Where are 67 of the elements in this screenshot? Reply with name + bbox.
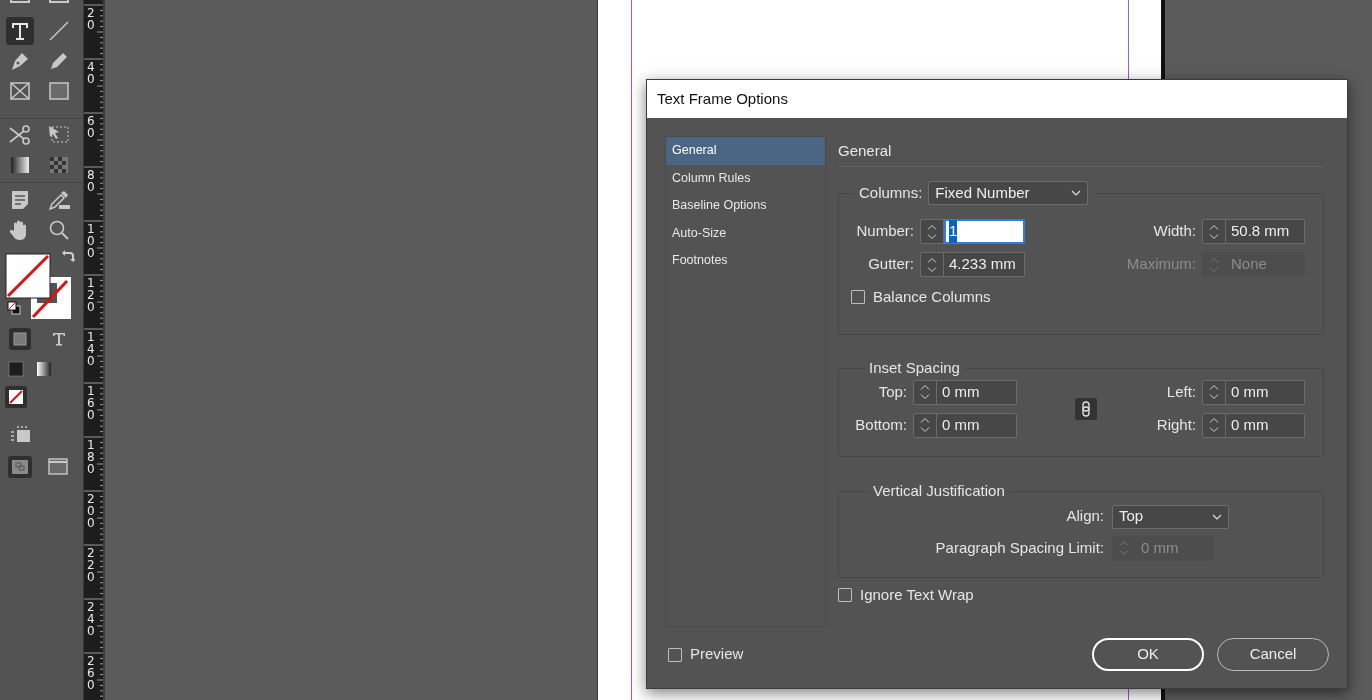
stepper-button[interactable]	[1202, 219, 1226, 244]
link-icon[interactable]	[1075, 397, 1097, 420]
chevron-icon	[1212, 513, 1222, 520]
number-field[interactable]: 1	[944, 219, 1025, 244]
input-field[interactable]: 50.8 mm	[1226, 219, 1305, 244]
ruler-label: 240	[87, 601, 95, 637]
default-colors-icon[interactable]	[7, 301, 21, 315]
section-item[interactable]: Baseline Options	[666, 192, 825, 220]
dialog-title: Text Frame Options	[657, 88, 788, 109]
stepper-button[interactable]	[1202, 412, 1226, 438]
stepper-button[interactable]	[913, 412, 937, 438]
group-title: Vertical Justification	[873, 482, 1005, 499]
none-color-icon[interactable]	[4, 386, 27, 408]
swap-arrow-icon[interactable]	[61, 249, 75, 263]
checkbox[interactable]	[668, 647, 682, 662]
field-label: Width:	[1152, 221, 1196, 242]
ruler-label: 120	[87, 277, 95, 313]
section-heading: General	[838, 141, 892, 161]
checkbox-label: Ignore Text Wrap	[860, 585, 974, 605]
field-label: Right:	[1155, 414, 1196, 435]
screen-mode-icon[interactable]	[8, 456, 32, 478]
checkbox-label: Balance Columns	[873, 287, 991, 307]
stepper-button[interactable]	[920, 252, 944, 277]
stepper-button[interactable]	[920, 219, 944, 244]
ruler-label: 160	[87, 385, 95, 421]
field-label: Maximum:	[1125, 254, 1196, 275]
section-item[interactable]: Column Rules	[666, 164, 825, 192]
input-field[interactable]: 0 mm	[1226, 379, 1305, 405]
ruler-label: 140	[87, 331, 95, 367]
container-icon[interactable]	[9, 328, 31, 350]
field-label: Number:	[855, 221, 914, 242]
fill-stroke-swatch-drawing[interactable]	[5, 253, 73, 321]
field-label: Columns:	[859, 182, 923, 203]
checkbox[interactable]	[851, 290, 865, 305]
field-label: Left:	[1165, 381, 1196, 402]
field-label: Paragraph Spacing Limit:	[935, 537, 1104, 558]
cancel-button[interactable]: Cancel	[1217, 638, 1329, 671]
ruler-label: 220	[87, 547, 95, 583]
ruler-label: 80	[87, 169, 95, 193]
ruler-label: 100	[87, 223, 95, 259]
ruler-label: 20	[87, 7, 95, 31]
input-field[interactable]: 4.233 mm	[944, 252, 1025, 277]
ruler-label: 60	[87, 115, 95, 139]
ruler-label: 180	[87, 439, 95, 475]
checkbox[interactable]	[838, 588, 852, 603]
input-field[interactable]: 0 mm	[937, 379, 1017, 405]
stepper-button[interactable]	[913, 379, 937, 405]
ruler-label: 200	[87, 493, 95, 529]
ok-button[interactable]: OK	[1092, 638, 1204, 671]
field-label: Bottom:	[854, 414, 907, 435]
input-field[interactable]: 0 mm	[937, 412, 1017, 438]
type-icon[interactable]	[6, 17, 34, 45]
ruler-label: 40	[87, 61, 95, 85]
field-label: Top:	[877, 381, 907, 402]
field-label: Gutter:	[867, 254, 914, 275]
input-field[interactable]: 0 mm	[1226, 412, 1305, 438]
dropdown[interactable]: Fixed Number	[928, 181, 1089, 205]
section-item[interactable]: Auto-Size	[666, 219, 825, 247]
section-item[interactable]: Footnotes	[666, 247, 825, 275]
dropdown[interactable]: Top	[1112, 504, 1229, 529]
section-item[interactable]: General	[666, 137, 825, 165]
stepper-button[interactable]	[1202, 379, 1226, 405]
group-title: Inset Spacing	[869, 359, 960, 376]
checkbox-label: Preview	[690, 644, 744, 665]
ruler-label: 260	[87, 655, 95, 691]
field-label: Align:	[1066, 506, 1104, 527]
chevron-icon	[1071, 190, 1082, 196]
